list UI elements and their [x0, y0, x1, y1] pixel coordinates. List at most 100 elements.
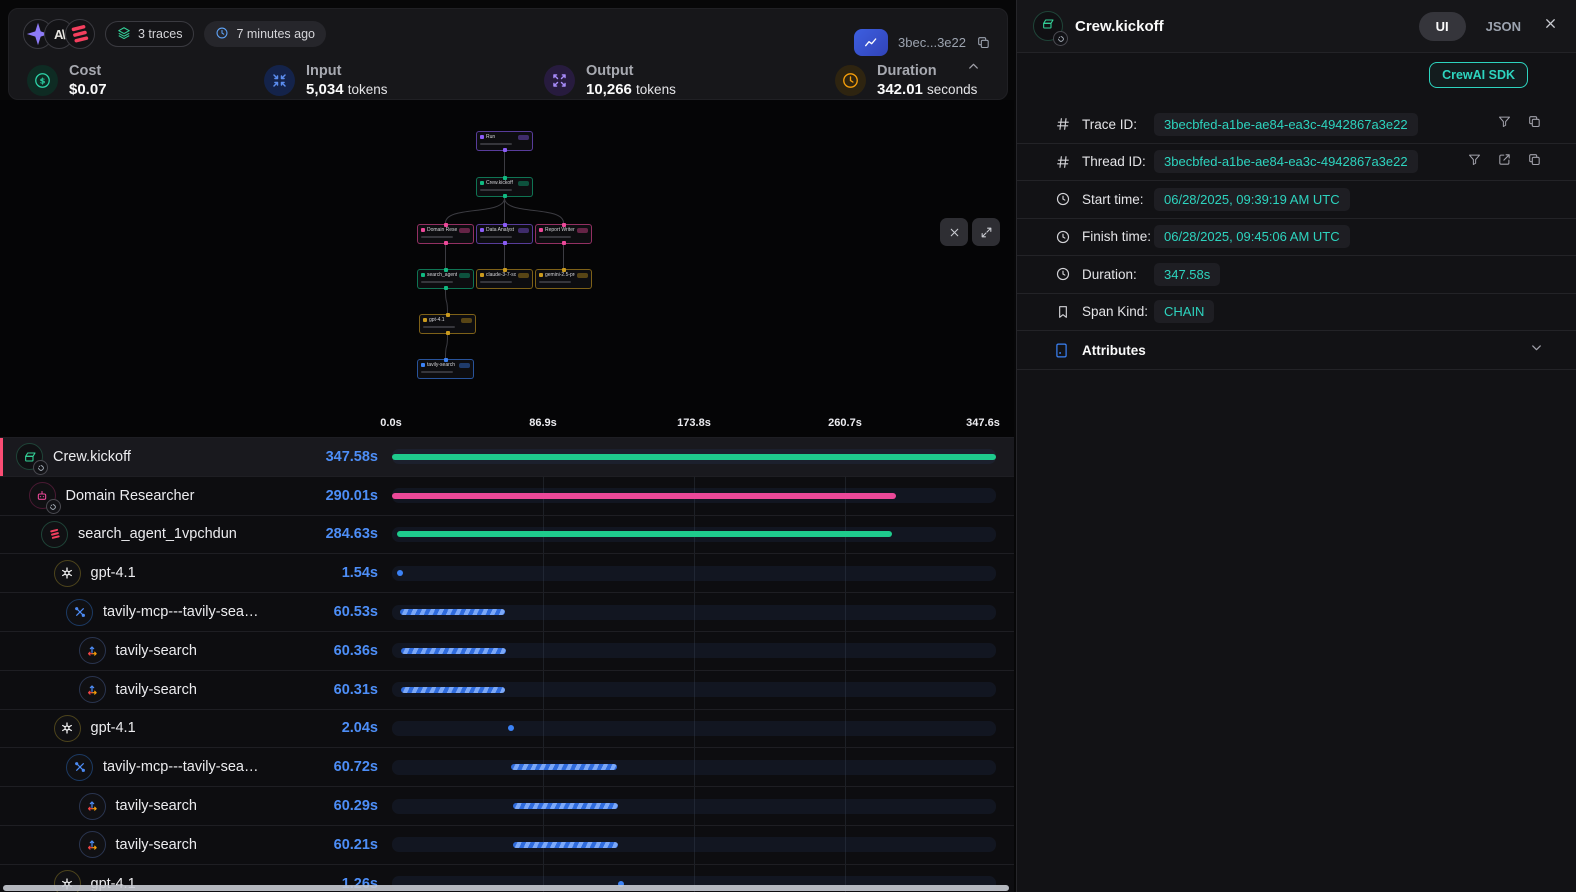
field-label: Thread ID: — [1082, 154, 1154, 169]
attributes-section-toggle[interactable]: Attributes — [1017, 331, 1576, 370]
node-title: claude-3-7-sonnet — [486, 272, 516, 278]
span-row-domain-researcher[interactable]: Domain Researcher 290.01s — [0, 476, 1014, 515]
clock-icon — [1055, 229, 1071, 245]
expand-icon — [544, 65, 575, 96]
openai-icon — [54, 560, 81, 587]
span-row-search-agent-1vpchdun[interactable]: search_agent_1vpchdun 284.63s — [0, 515, 1014, 554]
graph-node-cl[interactable]: claude-3-7-sonnet — [476, 269, 533, 289]
timeline-axis: 0.0s86.9s173.8s260.7s347.6s — [0, 400, 1014, 437]
graph-node-run[interactable]: Run — [476, 131, 533, 151]
span-row-tavily-mcp-tavily-sea-[interactable]: tavily-mcp---tavily-sea… 60.53s — [0, 592, 1014, 631]
span-name: tavily-search — [116, 798, 197, 814]
span-duration: 60.21s — [288, 826, 378, 864]
node-title: Report Writer — [545, 227, 575, 233]
openai-icon — [54, 715, 81, 742]
stat-output: Output 10,266 tokens — [544, 63, 676, 100]
graph-close-button[interactable] — [940, 218, 968, 246]
chevron-down-icon[interactable] — [1529, 340, 1576, 360]
node-subtitle — [480, 236, 512, 238]
duration-bar — [513, 842, 618, 848]
metrics-chart-button[interactable] — [854, 29, 888, 56]
attributes-doc-icon — [1053, 342, 1070, 359]
span-row-tavily-mcp-tavily-sea-[interactable]: tavily-mcp---tavily-sea… 60.72s — [0, 747, 1014, 786]
collapse-stats-chevron-up-icon[interactable] — [966, 59, 981, 79]
crewai-logo-icon — [65, 19, 95, 49]
graph-expand-button[interactable] — [972, 218, 1000, 246]
span-row-tavily-search[interactable]: tavily-search 60.36s — [0, 631, 1014, 670]
field-row-duration: Duration: 347.58s — [1017, 256, 1576, 294]
attributes-label: Attributes — [1082, 343, 1146, 358]
graph-node-dr[interactable]: Domain Research... — [417, 224, 474, 244]
stat-value: $0.07 — [69, 80, 107, 100]
node-type-icon — [480, 135, 484, 139]
duration-bar — [401, 648, 506, 654]
svg-text:$: $ — [40, 76, 46, 86]
traces-count-chip[interactable]: 3 traces — [105, 21, 194, 47]
tab-json[interactable]: JSON — [1486, 19, 1521, 34]
trace-graph-canvas[interactable]: Run Crew.kickoff Domain Research... Data… — [0, 100, 1014, 400]
panel-title: Crew.kickoff — [1075, 18, 1407, 35]
axis-tick: 0.0s — [380, 417, 401, 429]
field-value: 06/28/2025, 09:39:19 AM UTC — [1154, 188, 1350, 211]
clock-icon — [1055, 266, 1071, 282]
filter-icon[interactable] — [1467, 152, 1482, 172]
span-name: tavily-search — [116, 643, 197, 659]
field-label: Start time: — [1082, 192, 1154, 207]
field-label: Span Kind: — [1082, 304, 1154, 319]
external-icon[interactable] — [1497, 152, 1512, 172]
graph-node-ge[interactable]: gemini-2.5-pro — [535, 269, 592, 289]
panel-close-icon[interactable] — [1543, 16, 1558, 36]
stat-input: Input 5,034 tokens — [264, 63, 388, 100]
filter-icon[interactable] — [1497, 114, 1512, 134]
graph-node-crew[interactable]: Crew.kickoff — [476, 177, 533, 197]
tab-ui[interactable]: UI — [1419, 12, 1466, 41]
span-name: gpt-4.1 — [91, 720, 136, 736]
agentops-badge-icon — [33, 460, 48, 475]
layers-icon — [117, 26, 131, 43]
span-bar-area — [392, 593, 996, 631]
node-type-icon — [421, 363, 425, 367]
span-row-tavily-search[interactable]: tavily-search 60.31s — [0, 670, 1014, 709]
duration-bar — [401, 687, 506, 693]
graph-node-gpt[interactable]: gpt-4.1 — [419, 314, 476, 334]
span-row-gpt-4.1[interactable]: gpt-4.1 2.04s — [0, 709, 1014, 748]
node-type-icon — [480, 181, 484, 185]
span-row-tavily-search[interactable]: tavily-search 60.21s — [0, 825, 1014, 864]
bar-track — [392, 837, 996, 852]
field-value: 347.58s — [1154, 263, 1220, 286]
node-title: Crew.kickoff — [486, 180, 516, 186]
field-row-thread-id: Thread ID: 3becbfed-a1be-ae84-ea3c-49428… — [1017, 144, 1576, 182]
provider-logos: A\ — [23, 19, 95, 49]
graph-node-da[interactable]: Data Analyst — [476, 224, 533, 244]
bar-track — [392, 799, 996, 814]
span-detail-panel: Crew.kickoff UI JSON CrewAI SDK Trace ID… — [1016, 0, 1576, 892]
stat-cost: $ Cost $0.07 — [27, 63, 107, 100]
time-ago-label: 7 minutes ago — [236, 27, 315, 41]
field-row-finish-time: Finish time: 06/28/2025, 09:45:06 AM UTC — [1017, 219, 1576, 257]
stat-label: Output — [586, 63, 676, 80]
trace-header-card: A\ 3 traces 7 minutes ago 3bec...3e22 $ … — [8, 8, 1008, 100]
span-name: tavily-mcp---tavily-sea… — [103, 604, 259, 620]
node-type-icon — [421, 228, 425, 232]
stat-value: 342.01 seconds — [877, 80, 977, 100]
graph-node-tv[interactable]: tavily-search — [417, 359, 474, 379]
tavily-icon — [79, 793, 106, 820]
copy-trace-id-icon[interactable] — [976, 35, 991, 50]
duration-bar — [392, 493, 896, 499]
span-row-crew.kickoff[interactable]: Crew.kickoff 347.58s — [0, 437, 1014, 476]
copy-icon[interactable] — [1527, 114, 1542, 134]
graph-node-rw[interactable]: Report Writer — [535, 224, 592, 244]
field-value: 3becbfed-a1be-ae84-ea3c-4942867a3e22 — [1154, 113, 1418, 136]
span-bar-area — [392, 787, 996, 825]
field-value: 06/28/2025, 09:45:06 AM UTC — [1154, 225, 1350, 248]
copy-icon[interactable] — [1527, 152, 1542, 172]
crewai-green-icon — [16, 443, 43, 470]
node-subtitle — [421, 281, 453, 283]
span-row-tavily-search[interactable]: tavily-search 60.29s — [0, 786, 1014, 825]
node-subtitle — [539, 236, 571, 238]
axis-tick: 260.7s — [828, 417, 862, 429]
span-row-gpt-4.1[interactable]: gpt-4.1 1.54s — [0, 553, 1014, 592]
graph-node-sa[interactable]: search_agent_1vpchdun — [417, 269, 474, 289]
horizontal-scrollbar[interactable] — [3, 885, 1009, 891]
span-bar-area — [392, 671, 996, 709]
